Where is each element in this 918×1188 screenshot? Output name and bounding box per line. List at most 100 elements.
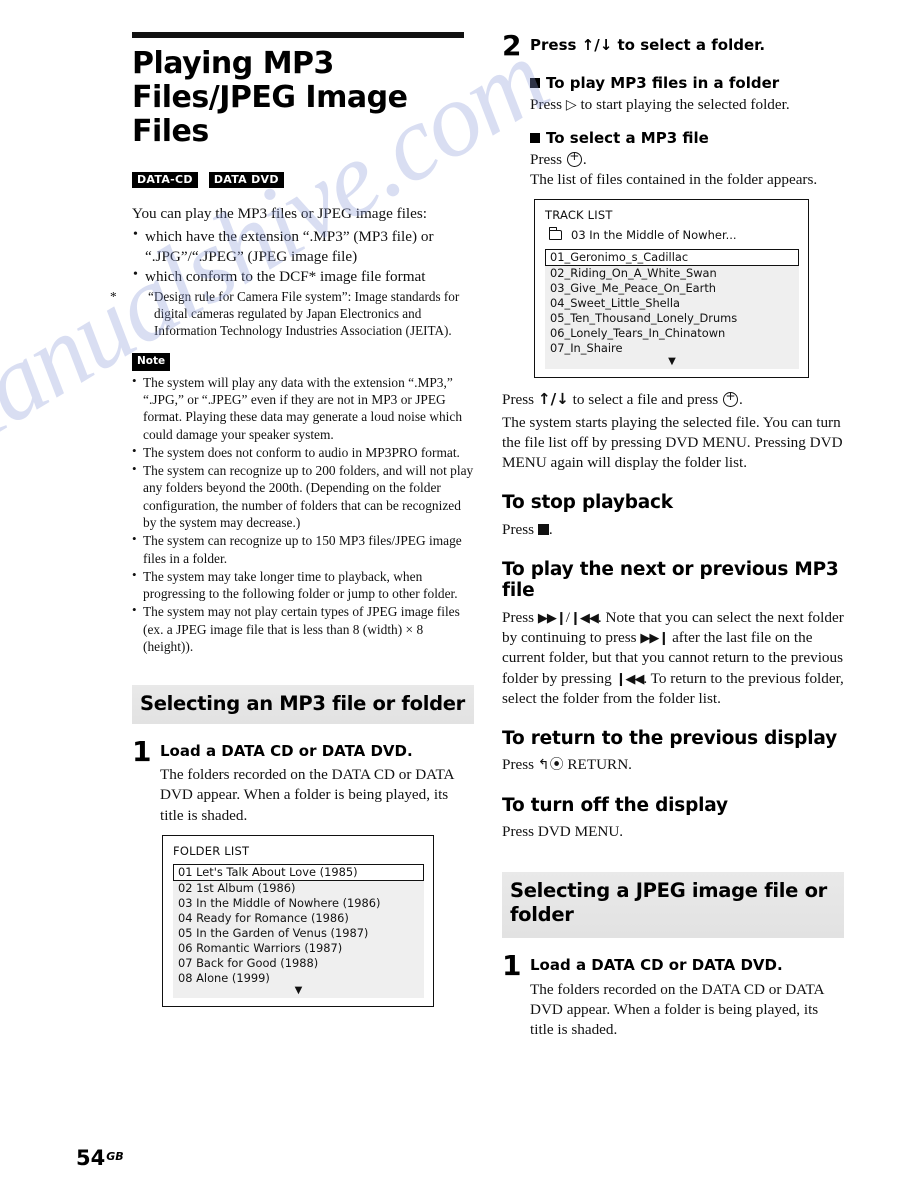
badge-data-cd: DATA-CD (132, 171, 198, 188)
track-list-screen: TRACK LIST 03 In the Middle of Nowher...… (534, 199, 809, 378)
enter-icon (722, 389, 738, 407)
subhead-play-mp3-in-folder: To play MP3 files in a folder (530, 74, 844, 92)
heading-turn-off-display: To turn off the display (502, 794, 728, 816)
list-item: The system may not play certain types of… (132, 602, 474, 655)
square-bullet-icon (530, 133, 540, 144)
square-bullet-icon (530, 78, 540, 88)
sub2-text: Press . (530, 149, 844, 170)
sub1-text: Press ▷ to start playing the selected fo… (530, 95, 844, 115)
sub2-text-post: . (582, 151, 587, 169)
return-display-text: Press ↰⦿ RETURN. (502, 755, 844, 775)
subhead-select-mp3-file: To select a MP3 file (530, 129, 844, 147)
folder-list-screen: FOLDER LIST 01 Let's Talk About Love (19… (162, 834, 434, 1007)
play-icon: ▷ (565, 97, 577, 113)
return-post: RETURN. (563, 756, 632, 774)
title-rule (132, 32, 464, 38)
page-title: Playing MP3 Files/JPEG Image Files (132, 46, 408, 150)
badge-data-dvd: DATA DVD (208, 171, 284, 188)
up-down-arrows-icon: ↑/↓ (581, 36, 613, 54)
step-number: 1 (502, 949, 522, 983)
line1-mid: to select a file and press (568, 390, 722, 408)
section-heading-jpeg: Selecting a JPEG image file or folder (502, 872, 844, 939)
step-number: 1 (132, 734, 152, 768)
note-badge: Note (132, 353, 171, 371)
folder-icon (548, 227, 562, 241)
list-item[interactable]: 06 Romantic Warriors (1987) (173, 941, 424, 956)
sub1-text-post: to start playing the selected folder. (576, 96, 790, 113)
list-item[interactable]: 02_Riding_On_A_White_Swan (545, 266, 799, 281)
next-track-icon: ▶▶❙ (537, 611, 567, 627)
page-number-value: 54 (76, 1146, 106, 1170)
folder-list-items: 01 Let's Talk About Love (1985) 02 1st A… (173, 863, 424, 998)
step-text: The folders recorded on the DATA CD or D… (530, 980, 824, 1039)
format-bullets: which have the extension “.MP3” (MP3 fil… (132, 226, 474, 287)
enter-icon (566, 149, 582, 168)
list-item[interactable]: 05_Ten_Thousand_Lonely_Drums (545, 311, 799, 326)
track-select-paragraph: The system starts playing the selected f… (502, 413, 843, 471)
step-title: Load a DATA CD or DATA DVD. (160, 741, 413, 760)
step-1-mp3: 1 Load a DATA CD or DATA DVD. The folder… (132, 734, 474, 826)
list-item: The system may take longer time to playb… (132, 567, 474, 603)
scroll-down-caret-icon[interactable]: ▼ (545, 356, 799, 366)
footnote-text: “Design rule for Camera File system”: Im… (148, 288, 460, 339)
step-title-post: to select a folder. (612, 36, 766, 54)
media-badges: DATA-CD DATA DVD (132, 171, 474, 188)
list-item[interactable]: 07_In_Shaire (545, 341, 799, 356)
subhead-label: To play MP3 files in a folder (546, 74, 780, 92)
list-item[interactable]: 03_Give_Me_Peace_On_Earth (545, 281, 799, 296)
sub2-text-pre: Press (530, 151, 566, 169)
previous-track-icon: ❙◀◀ (570, 611, 599, 627)
page-number-suffix: GB (106, 1150, 124, 1163)
heading-return-previous-display: To return to the previous display (502, 727, 837, 749)
up-down-arrows-icon: ↑/↓ (537, 389, 569, 408)
subhead-label: To select a MP3 file (546, 129, 709, 148)
line1-post: . (738, 390, 743, 408)
page-number: 54GB (76, 1146, 124, 1170)
list-item[interactable]: 01 Let's Talk About Love (1985) (173, 863, 424, 881)
list-item[interactable]: 02 1st Album (1986) (173, 881, 424, 896)
track-select-line: Press ↑/↓ to select a file and press . (502, 389, 844, 410)
right-column: 2 Press ↑/↓ to select a folder. To play … (502, 32, 844, 1048)
stop-text-post: . (548, 520, 553, 538)
stop-text-pre: Press (502, 520, 538, 538)
step-2-mp3: 2 Press ↑/↓ to select a folder. (502, 32, 844, 60)
sub2-text-next: The list of files contained in the folde… (530, 171, 818, 189)
track-list-title: TRACK LIST (545, 208, 613, 223)
track-list-items: 01_Geronimo_s_Cadillac 02_Riding_On_A_Wh… (545, 249, 799, 369)
seg1: Press (502, 609, 538, 627)
list-item[interactable]: 03 In the Middle of Nowhere (1986) (173, 896, 424, 911)
section-heading-mp3: Selecting an MP3 file or folder (132, 685, 474, 724)
list-item[interactable]: 01_Geronimo_s_Cadillac (545, 249, 799, 267)
next-track-icon: ▶▶❙ (640, 631, 669, 647)
list-item[interactable]: 05 In the Garden of Venus (1987) (173, 926, 424, 941)
footnote: * “Design rule for Camera File system”: I… (110, 288, 474, 339)
list-item[interactable]: 04_Sweet_Little_Shella (545, 296, 799, 311)
previous-track-icon: ❙◀◀ (615, 671, 644, 687)
folder-row-label: 03 In the Middle of Nowher... (571, 228, 737, 243)
document-page: manualshive.com Playing MP3 Files/JPEG I… (0, 0, 918, 1188)
stop-text: Press . (502, 520, 844, 540)
sub1-text-pre: Press (530, 96, 566, 113)
step-title-pre: Press (530, 36, 582, 54)
step-title: Load a DATA CD or DATA DVD. (530, 956, 783, 975)
intro-text: You can play the MP3 files or JPEG image… (132, 204, 428, 222)
list-item: which have the extension “.MP3” (MP3 fil… (132, 226, 474, 267)
list-item: The system can recognize up to 200 folde… (132, 461, 474, 531)
return-icon: ↰⦿ (537, 757, 564, 774)
scroll-down-caret-icon[interactable]: ▼ (173, 985, 424, 995)
list-item[interactable]: 04 Ready for Romance (1986) (173, 911, 424, 926)
stop-icon (537, 523, 549, 535)
nextprev-text: Press ▶▶❙/❙◀◀. Note that you can select … (502, 608, 844, 708)
list-item: which conform to the DCF* image file for… (132, 266, 474, 287)
step-number: 2 (502, 29, 522, 62)
step-1-jpeg: 1 Load a DATA CD or DATA DVD. The folder… (502, 952, 844, 1040)
list-item: The system can recognize up to 150 MP3 f… (132, 531, 474, 567)
list-item[interactable]: 06_Lonely_Tears_In_Chinatown (545, 326, 799, 341)
heading-stop-playback: To stop playback (502, 491, 673, 513)
step-title: Press ↑/↓ to select a folder. (530, 36, 844, 55)
list-item[interactable]: 08 Alone (1999) (173, 971, 424, 986)
return-pre: Press (502, 756, 538, 774)
list-item: The system will play any data with the e… (132, 373, 474, 443)
list-item[interactable]: 07 Back for Good (1988) (173, 956, 424, 971)
left-column: Playing MP3 Files/JPEG Image Files DATA-… (110, 32, 474, 1007)
